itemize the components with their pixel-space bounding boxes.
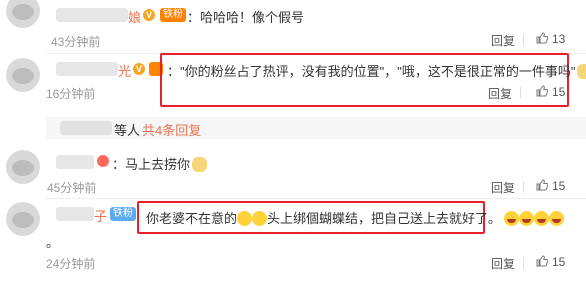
like-button[interactable]: 15 <box>536 255 565 269</box>
comment-text-part-b: 头上绑個蝴蝶结，把自己送上去就好了。 <box>267 211 502 226</box>
username-tail[interactable]: 娘 <box>128 7 141 26</box>
separator <box>523 257 524 269</box>
comment-text-content: ："你的粉丝占了热评，没有我的位置"，"哦，这不是很正常的一件事吗" <box>167 64 576 79</box>
sub-replies-count[interactable]: 共4条回复 <box>142 120 201 139</box>
like-count: 15 <box>552 255 566 269</box>
avatar[interactable] <box>6 0 40 28</box>
like-count: 13 <box>552 32 566 46</box>
fan-badge: 铁粉 <box>110 207 136 221</box>
like-button[interactable]: 15 <box>536 85 565 99</box>
avatar[interactable] <box>6 150 40 184</box>
laugh-emoji-icon <box>504 211 520 226</box>
reply-button[interactable]: 回复 <box>491 255 515 272</box>
comment-time: 43分钟前 <box>51 35 101 49</box>
thumb-up-icon <box>536 85 548 97</box>
sub-replies-row[interactable]: 等人 共4条回复 <box>46 117 586 139</box>
comment-time: 24分钟前 <box>46 257 96 271</box>
username[interactable] <box>56 62 118 76</box>
sub-replies-people: 等人 <box>114 123 141 138</box>
hands-emoji-icon <box>237 211 253 226</box>
like-count: 15 <box>552 85 566 99</box>
fan-badge: 铁粉 <box>160 8 186 22</box>
vip-v-icon: V <box>133 63 145 75</box>
laugh-emoji-icon <box>549 211 565 226</box>
heart-emoji-icon <box>97 155 109 167</box>
reply-button[interactable]: 回复 <box>491 179 515 196</box>
reply-button[interactable]: 回复 <box>491 32 515 49</box>
thumb-up-icon <box>536 32 548 44</box>
comment-time: 16分钟前 <box>46 87 96 101</box>
separator <box>520 87 521 99</box>
like-count: 15 <box>552 179 566 193</box>
thumb-up-icon <box>536 255 548 267</box>
username[interactable] <box>56 207 94 221</box>
thumb-up-icon <box>536 179 548 191</box>
divider <box>46 198 586 199</box>
hands-emoji-icon <box>252 211 268 226</box>
comment-time: 45分钟前 <box>47 181 97 195</box>
avatar[interactable] <box>6 58 40 92</box>
comment-text-content: ：马上去捞你 <box>112 157 191 172</box>
like-button[interactable]: 13 <box>536 32 565 46</box>
reply-button[interactable]: 回复 <box>488 85 512 102</box>
dog-emoji-icon <box>577 64 586 79</box>
laugh-emoji-icon <box>534 211 550 226</box>
comment-text: ："你的粉丝占了热评，没有我的位置"，"哦，这不是很正常的一件事吗" <box>167 61 586 80</box>
vip-v-icon: V <box>143 9 155 21</box>
username[interactable] <box>56 8 128 22</box>
like-button[interactable]: 15 <box>536 179 565 193</box>
comment-text: ：哈哈哈！像个假号 <box>187 10 305 25</box>
username[interactable] <box>56 155 94 169</box>
separator <box>523 34 524 46</box>
username-tail[interactable]: 光 <box>118 61 131 80</box>
sub-reply-user[interactable] <box>60 121 112 135</box>
username-tail[interactable]: 子 <box>94 206 107 225</box>
comment-text: ：马上去捞你 <box>112 154 208 173</box>
comment-text: 你老婆不在意的 头上绑個蝴蝶结，把自己送上去就好了。 <box>146 208 565 227</box>
avatar[interactable] <box>6 202 40 236</box>
dog-emoji-icon <box>192 157 208 172</box>
comment-text-end: 。 <box>46 235 60 250</box>
separator <box>523 181 524 193</box>
laugh-emoji-icon <box>519 211 535 226</box>
comment-text-part-a: 你老婆不在意的 <box>146 211 238 226</box>
